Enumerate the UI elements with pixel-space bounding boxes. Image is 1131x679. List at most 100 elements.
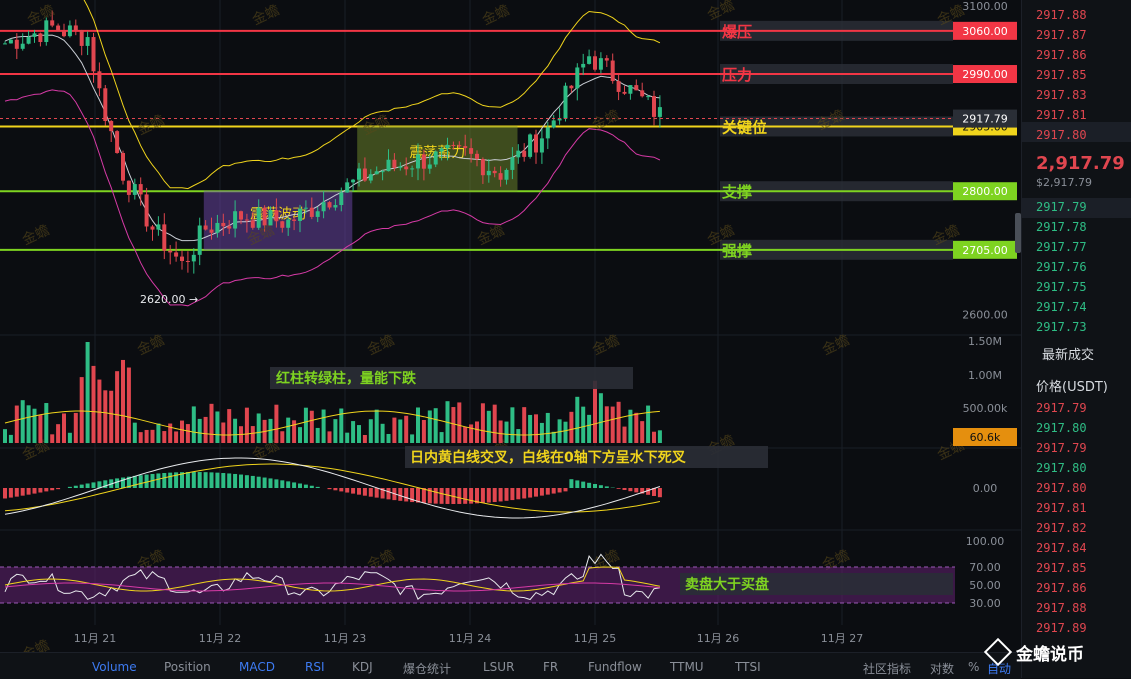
macd-histogram-bar (257, 477, 261, 488)
order-book-bid-row[interactable]: 2917.77 (1036, 240, 1087, 254)
indicator-tab[interactable]: Position (164, 660, 211, 674)
order-book-bid-row[interactable]: 2917.78 (1036, 220, 1087, 234)
macd-histogram-bar (493, 488, 497, 502)
volume-bar (274, 405, 278, 443)
candle-body (68, 25, 72, 36)
candle-body (121, 153, 125, 181)
candle-body (564, 86, 568, 119)
indicator-tab[interactable]: % (968, 660, 979, 674)
candle-body (351, 180, 355, 183)
volume-bar (528, 415, 532, 443)
order-book-bid-row[interactable]: 2917.79 (1036, 200, 1087, 214)
candle-body (221, 223, 225, 226)
candle-body (156, 224, 160, 229)
candle-body (451, 145, 455, 146)
macd-histogram-bar (56, 488, 60, 489)
candle-body (9, 40, 13, 44)
order-book-bid-row[interactable]: 2917.73 (1036, 320, 1087, 334)
indicator-tab[interactable]: Volume (92, 660, 137, 674)
level-label: 关键位 (722, 118, 767, 136)
recent-trades-title: 最新成交 (1042, 344, 1094, 363)
volume-bar (463, 427, 467, 443)
macd-histogram-bar (528, 488, 532, 498)
macd-histogram-bar (298, 484, 302, 488)
volume-bar (156, 423, 160, 443)
price-chart[interactable]: 爆压3060.00压力2990.00关键位2905.00支撑2800.00强撑2… (0, 0, 1021, 652)
recent-trade-row: 2917.89 (1036, 621, 1087, 635)
macd-histogram-bar (115, 478, 119, 488)
recent-trade-row: 2917.88 (1036, 601, 1087, 615)
macd-histogram-bar (505, 488, 509, 501)
macd-histogram-bar (422, 488, 426, 503)
volume-bar (304, 408, 308, 443)
indicator-tab[interactable]: TTMU (670, 660, 704, 674)
indicator-tab[interactable]: Fundflow (588, 660, 642, 674)
indicator-tab[interactable]: TTSI (735, 660, 761, 674)
macd-histogram-bar (133, 476, 137, 488)
order-book-ask-row[interactable]: 2917.88 (1036, 8, 1087, 22)
macd-histogram-bar (599, 485, 603, 488)
level-label: 压力 (722, 66, 752, 84)
volume-bar (322, 410, 326, 443)
indicator-tab[interactable]: RSI (305, 660, 325, 674)
indicator-tab[interactable]: LSUR (483, 660, 514, 674)
candle-body (404, 166, 408, 169)
order-book-ask-row[interactable]: 2917.81 (1036, 108, 1087, 122)
macd-histogram-bar (245, 475, 249, 488)
volume-bar (62, 413, 66, 443)
order-book-bid-row[interactable]: 2917.76 (1036, 260, 1087, 274)
indicator-tab[interactable]: 社区指标 (863, 660, 911, 677)
candle-body (428, 164, 432, 168)
macd-histogram-bar (510, 488, 514, 500)
macd-histogram-bar (457, 488, 461, 504)
volume-bar (416, 407, 420, 443)
volume-bar (27, 405, 31, 443)
indicator-tab[interactable]: 对数 (930, 660, 954, 677)
order-book-ask-row[interactable]: 2917.80 (1036, 128, 1087, 142)
volume-bar (280, 431, 284, 443)
volume-bar (180, 421, 184, 443)
rsi-annotation: 卖盘大于买盘 (685, 576, 769, 593)
volume-bar (38, 415, 42, 443)
candle-body (280, 221, 284, 228)
volume-bar (310, 411, 314, 443)
order-book-bid-row[interactable]: 2917.74 (1036, 300, 1087, 314)
candle-body (215, 223, 219, 233)
macd-axis-tick: 0.00 (973, 482, 998, 495)
candle-body (628, 85, 632, 94)
macd-histogram-bar (404, 488, 408, 501)
indicator-tab[interactable]: FR (543, 660, 558, 674)
macd-histogram-bar (628, 488, 632, 491)
volume-bar (221, 422, 225, 443)
time-axis-tick: 11月 22 (199, 632, 242, 645)
order-book-ask-row[interactable]: 2917.87 (1036, 28, 1087, 42)
volume-bar (599, 393, 603, 443)
mark-price: $2,917.79 (1036, 176, 1092, 189)
candle-body (640, 90, 644, 96)
volume-bar (292, 420, 296, 443)
volume-bar (422, 420, 426, 443)
candle-body (599, 58, 603, 70)
indicator-tab[interactable]: MACD (239, 660, 275, 674)
order-book-ask-row[interactable]: 2917.83 (1036, 88, 1087, 102)
volume-bar (233, 419, 237, 443)
macd-histogram-bar (251, 476, 255, 488)
time-axis-tick: 11月 26 (697, 632, 740, 645)
macd-histogram-bar (552, 488, 556, 494)
candle-body (210, 230, 214, 233)
volume-bar (457, 402, 461, 443)
volume-bar (92, 366, 96, 443)
macd-histogram-bar (558, 488, 562, 492)
volume-bar (505, 422, 509, 443)
indicator-tab[interactable]: 爆仓统计 (403, 660, 451, 677)
volume-bar (540, 423, 544, 443)
volume-bar (86, 342, 90, 443)
order-book-ask-row[interactable]: 2917.86 (1036, 48, 1087, 62)
volume-bar (174, 431, 178, 443)
current-price-tag-text: 2917.79 (962, 113, 1008, 126)
order-book-ask-row[interactable]: 2917.85 (1036, 68, 1087, 82)
indicator-tab[interactable]: KDJ (352, 660, 373, 674)
candle-body (86, 37, 90, 46)
order-book-bid-row[interactable]: 2917.75 (1036, 280, 1087, 294)
volume-bar (15, 406, 19, 443)
